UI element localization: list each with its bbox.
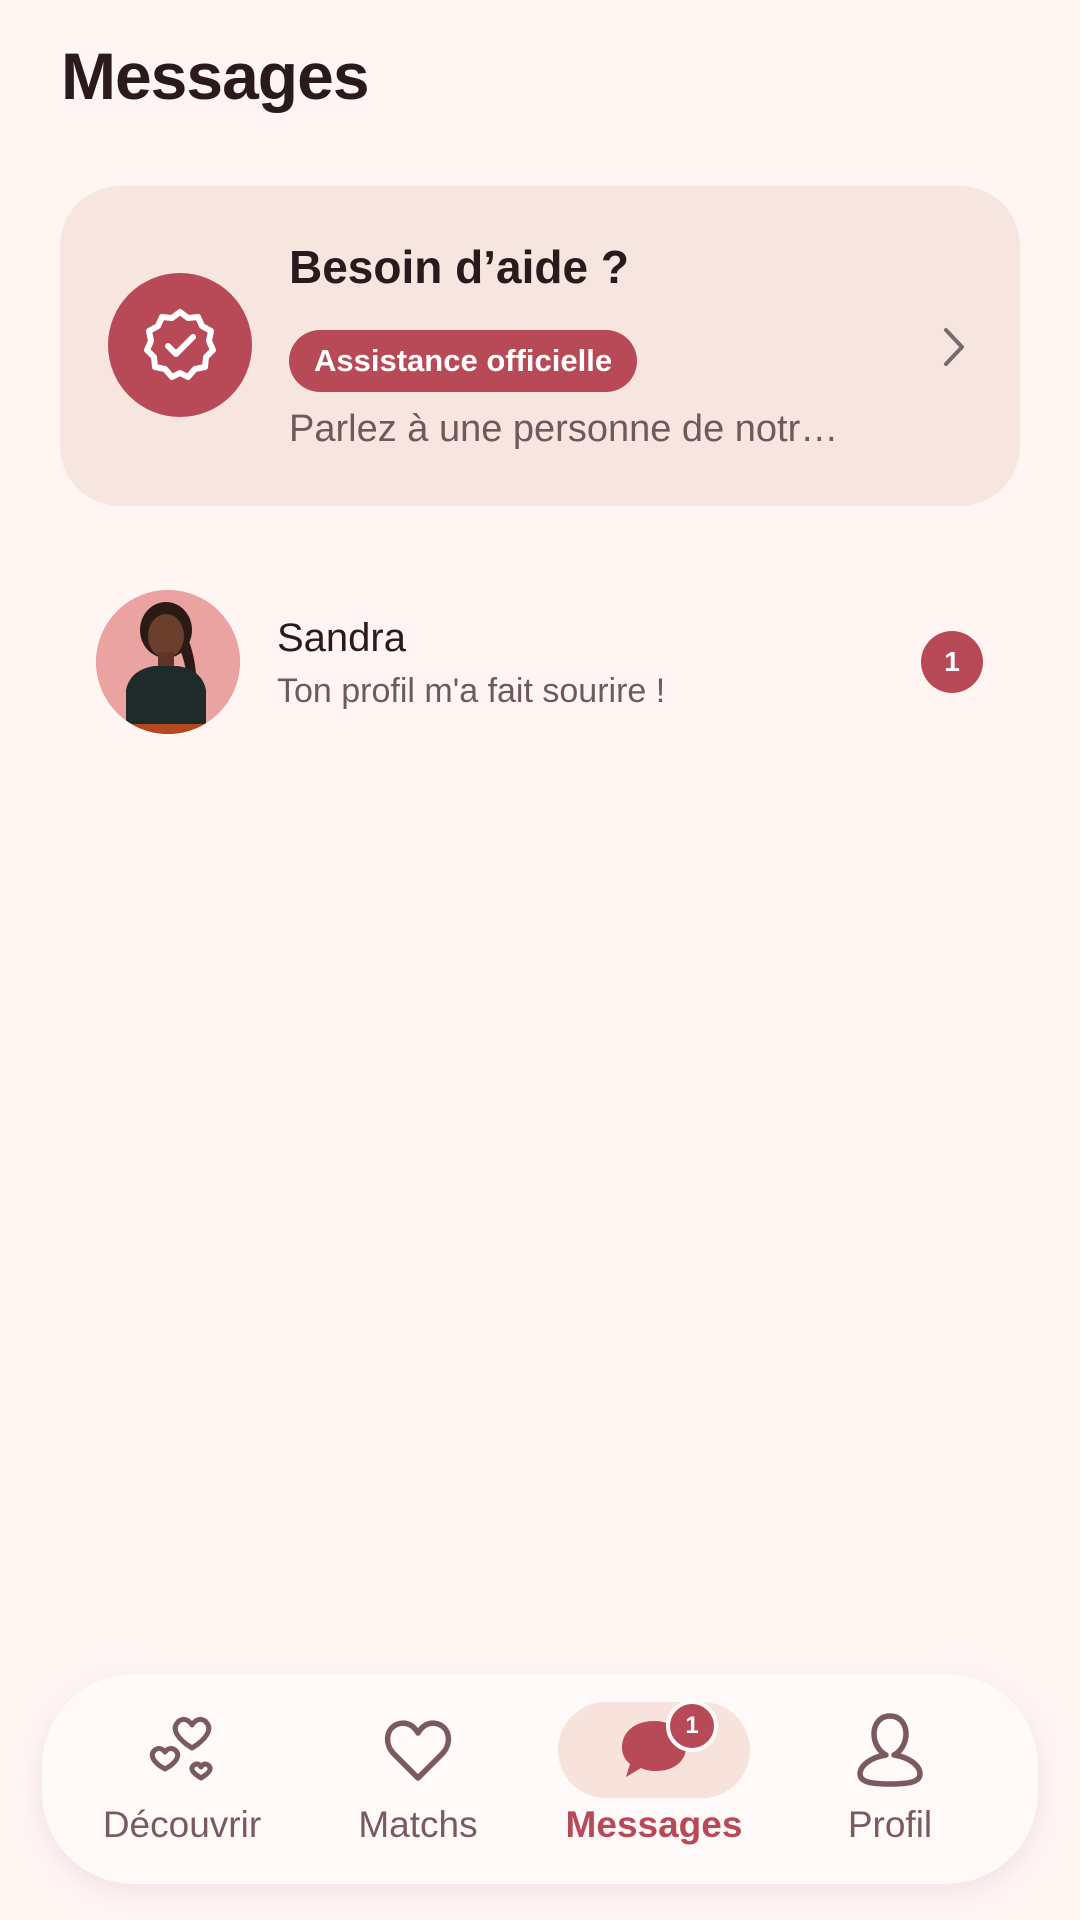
nav-label-profile: Profil bbox=[847, 1804, 933, 1845]
chevron-right-icon bbox=[944, 328, 964, 366]
official-support-badge: Assistance officielle bbox=[289, 330, 638, 392]
nav-icon-wrap bbox=[86, 1702, 278, 1798]
avatar bbox=[96, 590, 240, 734]
page-title: Messages bbox=[61, 39, 370, 113]
help-card[interactable]: Besoin d’aide ? Assistance officielle Pa… bbox=[60, 186, 1020, 506]
conversation-name: Sandra bbox=[277, 616, 406, 660]
help-icon-circle bbox=[108, 273, 252, 417]
nav-item-matches[interactable]: Matchs bbox=[308, 1674, 528, 1884]
hearts-icon bbox=[149, 1716, 213, 1781]
nav-item-messages[interactable]: Messages bbox=[544, 1674, 764, 1884]
heart-icon bbox=[384, 1720, 452, 1781]
nav-label-messages: Messages bbox=[565, 1804, 743, 1845]
nav-item-discover[interactable]: Découvrir bbox=[72, 1674, 292, 1884]
conversation-row[interactable]: Sandra Ton profil m'a fait sourire ! 1 bbox=[60, 580, 1020, 740]
verified-badge-icon bbox=[144, 309, 216, 380]
avatar-image bbox=[96, 590, 240, 734]
nav-label-matches: Matchs bbox=[358, 1804, 478, 1845]
nav-icon-wrap bbox=[794, 1702, 986, 1798]
help-card-title: Besoin d’aide ? bbox=[289, 241, 629, 293]
unread-count-badge: 1 bbox=[921, 631, 983, 693]
help-card-subtitle: Parlez à une personne de notr… bbox=[289, 408, 839, 450]
conversation-preview: Ton profil m'a fait sourire ! bbox=[277, 672, 666, 710]
bottom-navigation: Découvrir Matchs Messages Profil 1 bbox=[42, 1674, 1038, 1884]
nav-icon-wrap-active bbox=[558, 1702, 750, 1798]
nav-item-profile[interactable]: Profil bbox=[780, 1674, 1000, 1884]
messages-screen: Messages Besoin d’aide ? Assistance offi… bbox=[0, 0, 1080, 1920]
nav-label-discover: Découvrir bbox=[102, 1804, 262, 1845]
person-icon bbox=[857, 1713, 923, 1787]
nav-icon-wrap bbox=[322, 1702, 514, 1798]
messages-notification-badge: 1 bbox=[666, 1700, 718, 1752]
